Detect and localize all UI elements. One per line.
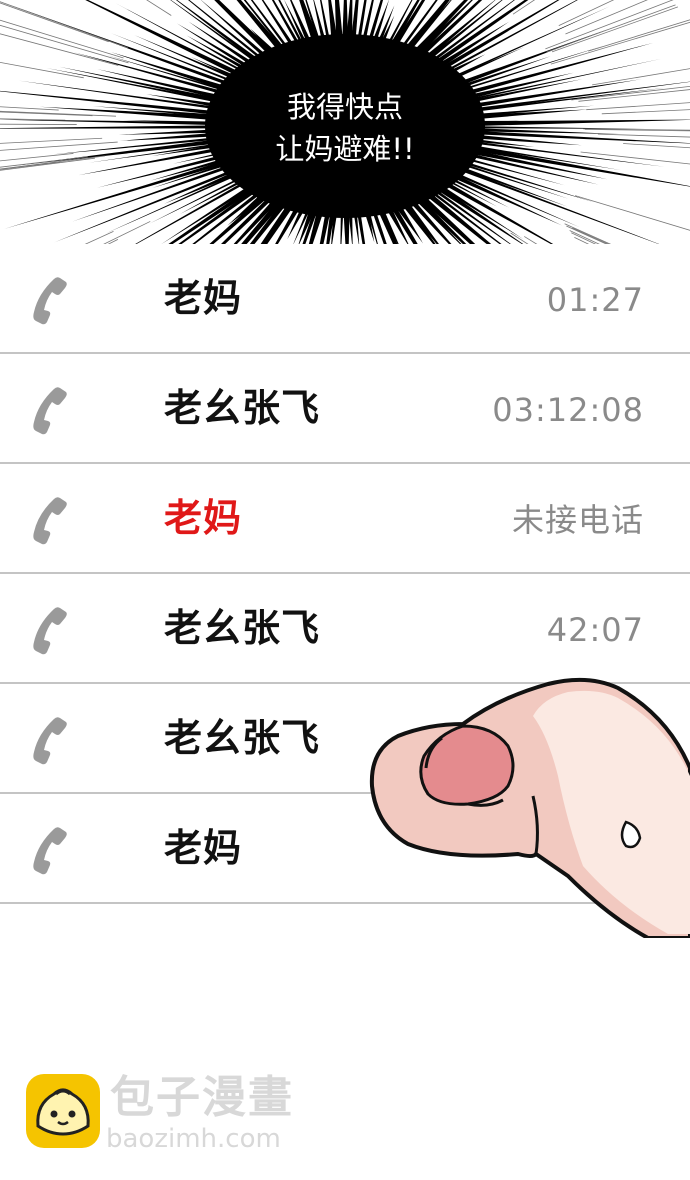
phone-handset-icon [33,277,67,325]
watermark: 包子漫畫 baozimh.com [26,1072,346,1154]
phone-handset-icon [33,827,67,875]
call-log-row[interactable]: 老妈 未接电话 [0,464,690,574]
call-log-row[interactable]: 老妈 01:27 [0,244,690,354]
watermark-url: baozimh.com [106,1124,281,1154]
call-duration: 03:12:08 [492,391,644,429]
contact-name: 老幺张飞 [164,606,321,650]
pointing-finger-illustration [369,677,690,938]
caption-line-2: 让妈避难!! [275,132,415,166]
speed-burst-panel: 我得快点 让妈避难!! [0,0,690,244]
call-duration: 01:27 [546,281,644,319]
phone-handset-icon [33,387,67,435]
call-log-row[interactable]: 老幺张飞 42:07 [0,574,690,684]
phone-handset-icon [33,497,67,545]
caption-text: 我得快点 让妈避难!! [245,86,445,170]
caption-line-1: 我得快点 [286,90,403,124]
call-duration: 42:07 [546,611,644,649]
call-log-row[interactable]: 老幺张飞 03:12:08 [0,354,690,464]
watermark-title: 包子漫畫 [110,1072,294,1123]
phone-handset-icon [33,717,67,765]
phone-handset-icon [33,607,67,655]
contact-name: 老妈 [164,276,243,320]
contact-name: 老幺张飞 [164,386,321,430]
missed-call-label: 未接电话 [511,501,644,539]
contact-name-missed: 老妈 [164,496,243,540]
bun-mascot-icon [26,1074,100,1148]
contact-name: 老妈 [164,826,243,870]
contact-name: 老幺张飞 [164,716,321,760]
